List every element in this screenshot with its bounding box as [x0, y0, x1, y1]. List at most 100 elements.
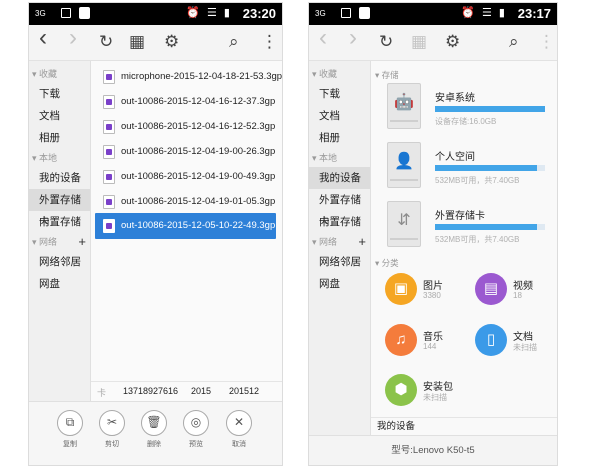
storage-caption: 设备存储:16.0GB [435, 117, 497, 126]
more-icon[interactable]: ⋮ [261, 32, 278, 52]
storage-name: 个人空间 [435, 152, 475, 163]
user-drive-icon: 👤 [387, 142, 421, 188]
file-row[interactable]: out-10086-2015-12-04-16-12-37.3gp [95, 90, 276, 114]
category-count: 3380 [423, 291, 441, 300]
network-header: ▾ 网络 + [312, 233, 366, 251]
audio-file-icon [103, 145, 115, 159]
notification-icon [79, 7, 90, 19]
category-name: 文档 [513, 332, 533, 343]
sidebar-item-album[interactable]: 相册 [29, 127, 90, 149]
folder-item[interactable]: 13718927616 [123, 386, 178, 396]
more-icon[interactable]: ⋮ [538, 32, 555, 52]
file-row[interactable]: microphone-2015-12-04-18-21-53.3gp [95, 65, 282, 89]
back-icon[interactable]: ‹ [39, 26, 47, 50]
sidebar-item-network-neighbors[interactable]: 网络邻居 [29, 251, 90, 273]
file-row[interactable]: out-10086-2015-12-04-19-00-49.3gp [95, 165, 276, 189]
storage-item-sd-card[interactable]: ⇵ 外置存储卡 532MB可用，共7.40GB [379, 201, 549, 253]
forward-icon[interactable]: › [349, 26, 357, 50]
left-screen: 3G ⏰ ☰ ▮ 23:20 ‹ › ↻ ▦ ⚙ ⌕ ⋮ ▾ 收藏 下载 文档 … [28, 2, 283, 466]
copy-icon: ⧉ [57, 410, 83, 436]
sidebar-item-internal-storage[interactable]: 内置存储 [309, 211, 370, 233]
storage-item-system[interactable]: 🤖 安卓系统 设备存储:16.0GB [379, 83, 549, 135]
audio-file-icon [103, 219, 115, 233]
network-header-label: 网络 [39, 237, 58, 247]
favorites-header: ▾ 收藏 [32, 69, 58, 79]
usage-bar [435, 165, 545, 171]
search-icon[interactable]: ⌕ [229, 32, 239, 52]
storage-caption: 532MB可用，共7.40GB [435, 235, 520, 244]
sidebar-item-documents[interactable]: 文档 [309, 105, 370, 127]
category-apk[interactable]: ⬢ 安装包 未扫描 [385, 374, 495, 414]
file-name: microphone-2015-12-04-18-21-53.3gp [121, 71, 283, 82]
android-drive-icon: 🤖 [387, 83, 421, 129]
view-mode-icon[interactable]: ▦ [411, 32, 427, 52]
add-network-button[interactable]: + [78, 233, 86, 251]
sidebar-item-sd-card[interactable]: 外置存储卡 [29, 189, 90, 228]
sidebar-item-downloads[interactable]: 下载 [309, 83, 370, 105]
sidebar-item-sd-card[interactable]: 外置存储卡 [309, 189, 370, 228]
category-count: 144 [423, 342, 437, 351]
folder-item[interactable]: 201512 [229, 386, 259, 396]
file-name: out-10086-2015-12-04-19-00-49.3gp [121, 171, 276, 182]
usage-bar [435, 106, 545, 112]
file-row[interactable]: out-10086-2015-12-04-19-01-05.3gp [95, 190, 276, 214]
network-header-label: 网络 [319, 237, 338, 247]
clock: 23:17 [517, 6, 551, 21]
file-row-selected[interactable]: out-10086-2015-12-05-10-22-49.3gp [95, 213, 276, 239]
copy-button[interactable]: ⧉ 复制 [55, 410, 85, 458]
usb-glyph: ⇵ [397, 212, 411, 229]
favorites-header-label: 收藏 [39, 69, 58, 79]
toolbar: ‹ › ↻ ▦ ⚙ ⌕ ⋮ [309, 25, 557, 61]
sidebar-item-album[interactable]: 相册 [309, 127, 370, 149]
close-icon: ✕ [226, 410, 252, 436]
sidebar-item-my-device[interactable]: 我的设备 [309, 167, 370, 189]
audio-file-icon [103, 170, 115, 184]
sidebar-item-internal-storage[interactable]: 内置存储 [29, 211, 90, 233]
search-icon[interactable]: ⌕ [509, 32, 519, 52]
file-row[interactable]: out-10086-2015-12-04-16-12-52.3gp [95, 115, 276, 139]
sidebar-item-documents[interactable]: 文档 [29, 105, 90, 127]
storage-name: 外置存储卡 [435, 211, 485, 222]
video-icon: ▤ [475, 273, 507, 305]
favorites-header: ▾ 收藏 [312, 69, 338, 79]
local-header: ▾ 本地 [32, 153, 58, 163]
forward-icon[interactable]: › [69, 26, 77, 50]
back-icon[interactable]: ‹ [319, 26, 327, 50]
folder-item[interactable]: 2015 [191, 386, 211, 396]
cut-button[interactable]: ✂ 剪切 [97, 410, 127, 458]
view-mode-icon[interactable]: ▦ [129, 32, 145, 52]
sidebar-item-my-device[interactable]: 我的设备 [29, 167, 90, 189]
sidebar-item-downloads[interactable]: 下载 [29, 83, 90, 105]
usage-fill [435, 165, 538, 171]
category-documents[interactable]: ▯ 文档 未扫描 [475, 324, 555, 364]
category-name: 音乐 [423, 332, 443, 343]
cut-label: 剪切 [105, 441, 119, 448]
sidebar-item-cloud-drive[interactable]: 网盘 [309, 273, 370, 295]
audio-file-icon [103, 95, 115, 109]
refresh-icon[interactable]: ↻ [379, 32, 393, 52]
image-notification-icon [61, 8, 71, 18]
usage-fill [435, 106, 545, 112]
sidebar-item-network-neighbors[interactable]: 网络邻居 [309, 251, 370, 273]
usage-fill [435, 224, 538, 230]
settings-icon[interactable]: ⚙ [445, 32, 460, 52]
refresh-icon[interactable]: ↻ [99, 32, 113, 52]
add-network-button[interactable]: + [358, 233, 366, 251]
folder-item[interactable]: 卡 [97, 386, 106, 399]
preview-button[interactable]: ◎ 预览 [181, 410, 211, 458]
sidebar-item-cloud-drive[interactable]: 网盘 [29, 273, 90, 295]
category-videos[interactable]: ▤ 视频 18 [475, 273, 555, 313]
settings-icon[interactable]: ⚙ [164, 32, 179, 52]
audio-file-icon [103, 120, 115, 134]
path-bar[interactable]: 我的设备 [371, 417, 557, 435]
file-name: out-10086-2015-12-04-16-12-52.3gp [121, 121, 276, 132]
local-header: ▾ 本地 [312, 153, 338, 163]
audio-file-icon [103, 195, 115, 209]
usb-drive-icon: ⇵ [387, 201, 421, 247]
storage-item-personal[interactable]: 👤 个人空间 532MB可用，共7.40GB [379, 142, 549, 194]
delete-button[interactable]: 🗑 删除 [139, 410, 169, 458]
cancel-button[interactable]: ✕ 取消 [224, 410, 254, 458]
file-row[interactable]: out-10086-2015-12-04-19-00-26.3gp [95, 140, 276, 164]
storage-caption: 532MB可用，共7.40GB [435, 176, 520, 185]
cancel-label: 取消 [232, 441, 246, 448]
